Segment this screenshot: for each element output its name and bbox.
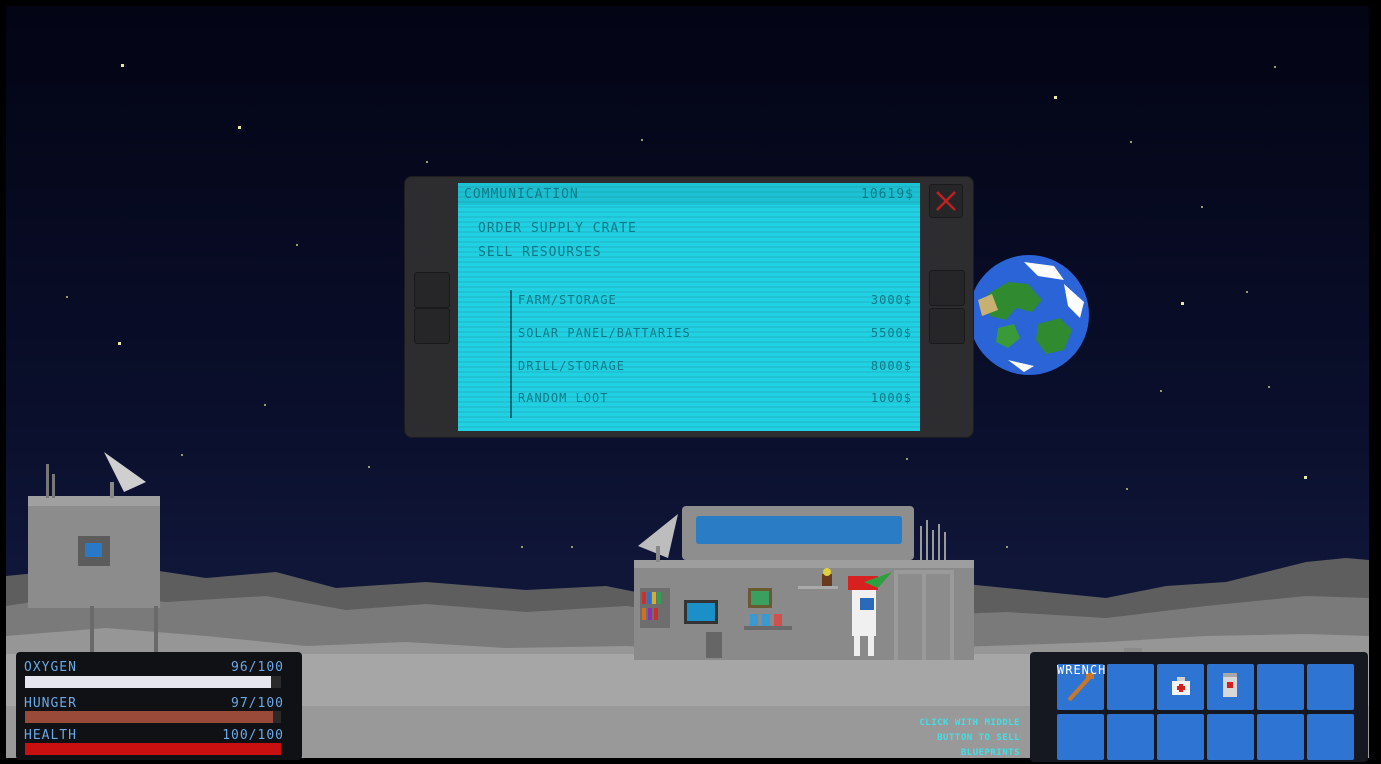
inventory-slot[interactable]	[1257, 664, 1304, 710]
selected-item-label: WRENCH	[1057, 663, 1107, 677]
inventory-slot[interactable]	[1107, 664, 1154, 710]
blueprint-name: DRILL/STORAGE	[518, 359, 625, 373]
inventory-slot[interactable]	[1307, 714, 1354, 760]
inventory-slot[interactable]	[1157, 714, 1204, 760]
medkit-icon	[1157, 677, 1204, 714]
blueprint-name: RANDOM LOOT	[518, 391, 609, 405]
submenu-divider	[510, 290, 512, 418]
blueprint-price: 5500$	[870, 326, 912, 340]
oxygen-label: OXYGEN	[24, 660, 77, 675]
panel-side-button-left-top[interactable]	[414, 272, 450, 308]
sell-resources-option[interactable]: SELL RESOURSES	[478, 245, 602, 260]
blueprint-price: 1000$	[870, 391, 912, 405]
blueprint-price: 8000$	[870, 359, 912, 373]
panel-side-button-right-top[interactable]	[929, 270, 965, 306]
inventory-slot[interactable]	[1157, 664, 1204, 710]
order-supply-crate-option[interactable]: ORDER SUPPLY CRATE	[478, 221, 637, 236]
blueprint-row-random-loot[interactable]: RANDOM LOOT 1000$	[518, 391, 912, 411]
panel-side-button-right-bottom[interactable]	[929, 308, 965, 344]
money-balance: 10619$	[861, 187, 914, 202]
hunger-bar	[25, 711, 281, 723]
health-value: 100/100	[222, 728, 284, 743]
blueprint-name: FARM/STORAGE	[518, 293, 617, 307]
hint-line: BUTTON TO SELL	[937, 733, 1020, 743]
panel-side-button-left-bottom[interactable]	[414, 308, 450, 344]
communication-screen: COMMUNICATION 10619$ ORDER SUPPLY CRATE …	[458, 183, 920, 431]
hunger-bar-fill	[25, 711, 274, 723]
inventory-slot[interactable]	[1057, 714, 1104, 760]
oxygen-value: 96/100	[231, 660, 284, 675]
hint-line: CLICK WITH MIDDLE	[919, 718, 1020, 728]
earth-planet	[969, 255, 1089, 375]
health-label: HEALTH	[24, 728, 77, 743]
oxygen-bar-fill	[25, 676, 271, 688]
hunger-label: HUNGER	[24, 696, 77, 711]
communication-title: COMMUNICATION	[464, 187, 579, 202]
inventory-slot[interactable]	[1207, 714, 1254, 760]
close-icon	[936, 191, 956, 211]
health-bar-fill	[25, 743, 281, 755]
food-jar-icon	[1207, 673, 1254, 714]
oxygen-bar	[25, 676, 281, 688]
inventory-slot[interactable]	[1307, 664, 1354, 710]
inventory-slot[interactable]	[1257, 714, 1304, 760]
inventory-slot[interactable]	[1207, 664, 1254, 710]
wrench-icon	[1057, 673, 1104, 714]
status-panel: OXYGEN 96/100 HUNGER 97/100 HEALTH 100/1…	[16, 652, 302, 760]
blueprint-row-farm-storage[interactable]: FARM/STORAGE 3000$	[518, 293, 912, 313]
inventory-slot[interactable]	[1107, 714, 1154, 760]
sell-blueprints-hint: CLICK WITH MIDDLE BUTTON TO SELL BLUEPRI…	[880, 716, 1020, 761]
blueprint-row-drill-storage[interactable]: DRILL/STORAGE 8000$	[518, 359, 912, 379]
hint-line: BLUEPRINTS	[960, 748, 1020, 758]
blueprint-price: 3000$	[870, 293, 912, 307]
hunger-value: 97/100	[231, 696, 284, 711]
close-button[interactable]	[929, 184, 963, 218]
blueprint-name: SOLAR PANEL/BATTARIES	[518, 326, 691, 340]
health-bar	[25, 743, 281, 755]
blueprint-row-solar-panel[interactable]: SOLAR PANEL/BATTARIES 5500$	[518, 326, 912, 346]
